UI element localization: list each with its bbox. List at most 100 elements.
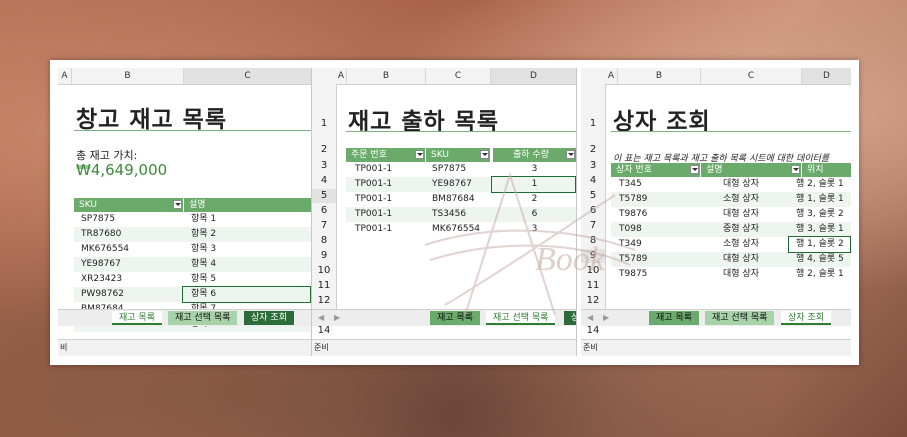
- row-header[interactable]: 5: [581, 189, 605, 203]
- tab-inventory-list[interactable]: 재고 목록: [430, 311, 480, 325]
- table-cell[interactable]: TP001-1: [350, 222, 424, 237]
- table-cell[interactable]: YE98767: [76, 257, 181, 272]
- tab-bin-lookup[interactable]: 상자 조회: [244, 311, 294, 325]
- table-cell[interactable]: 행 1, 슬롯 1: [786, 192, 851, 207]
- column-header-b[interactable]: B: [72, 68, 184, 84]
- table-cell[interactable]: TP001-1: [350, 162, 424, 177]
- row-header[interactable]: 8: [581, 234, 605, 248]
- row-header[interactable]: 10: [312, 264, 336, 278]
- table-cell[interactable]: SP7875: [427, 162, 489, 177]
- table-cell[interactable]: 2: [493, 192, 576, 207]
- table-cell[interactable]: 항목 5: [186, 272, 306, 287]
- table-cell[interactable]: 3: [493, 222, 576, 237]
- table-cell[interactable]: XR23423: [76, 272, 181, 287]
- row-header[interactable]: 14: [312, 324, 336, 338]
- filter-dropdown-icon[interactable]: [480, 150, 489, 159]
- row-header[interactable]: 7: [312, 219, 336, 233]
- column-header-d[interactable]: D: [802, 68, 851, 84]
- table-cell[interactable]: TP001-1: [350, 192, 424, 207]
- column-header-c[interactable]: C: [184, 68, 311, 84]
- table-cell[interactable]: 항목 2: [186, 227, 306, 242]
- tab-bin-lookup[interactable]: 상자 조회: [564, 311, 576, 325]
- table-cell[interactable]: 행 2, 슬롯 1: [786, 267, 851, 282]
- table-cell[interactable]: TS3456: [427, 207, 489, 222]
- row-header[interactable]: 4: [312, 174, 336, 188]
- table-cell[interactable]: 3: [493, 162, 576, 177]
- table-cell[interactable]: MK676554: [76, 242, 181, 257]
- table-header-sku[interactable]: SKU: [426, 148, 490, 162]
- row-header[interactable]: 6: [581, 204, 605, 218]
- selected-cell[interactable]: [788, 236, 851, 253]
- table-cell[interactable]: T098: [614, 222, 699, 237]
- column-header-a[interactable]: A: [58, 68, 72, 84]
- table-cell[interactable]: 항목 3: [186, 242, 306, 257]
- tab-picking-list[interactable]: 재고 선택 목록: [705, 311, 775, 325]
- row-header[interactable]: 9: [581, 249, 605, 263]
- tab-inventory-list[interactable]: 재고 목록: [112, 311, 162, 325]
- row-header[interactable]: 1: [312, 117, 336, 131]
- row-header[interactable]: 12: [581, 294, 605, 308]
- table-cell[interactable]: YE98767: [427, 177, 489, 192]
- column-header-c[interactable]: C: [426, 68, 491, 84]
- row-header[interactable]: 10: [581, 264, 605, 278]
- row-header[interactable]: 11: [312, 279, 336, 293]
- row-header[interactable]: 3: [312, 159, 336, 173]
- table-cell[interactable]: BM87684: [427, 192, 489, 207]
- column-header-a[interactable]: A: [336, 68, 347, 84]
- table-cell[interactable]: MK676554: [427, 222, 489, 237]
- table-cell[interactable]: PW98762: [76, 287, 181, 302]
- row-header[interactable]: 14: [581, 324, 605, 338]
- table-header-sku[interactable]: SKU: [74, 198, 183, 212]
- table-header-quantity[interactable]: 출하 수량: [493, 148, 576, 162]
- table-header-description[interactable]: 설명: [701, 163, 801, 177]
- table-cell[interactable]: 행 2, 슬롯 1: [786, 177, 851, 192]
- filter-dropdown-icon[interactable]: [566, 150, 575, 159]
- row-header[interactable]: 7: [581, 219, 605, 233]
- column-header-b[interactable]: B: [347, 68, 426, 84]
- column-header-a[interactable]: A: [605, 68, 618, 84]
- table-header-description[interactable]: 설명: [184, 198, 311, 212]
- row-header[interactable]: 1: [581, 117, 605, 131]
- filter-dropdown-icon[interactable]: [415, 150, 424, 159]
- table-cell[interactable]: 항목 4: [186, 257, 306, 272]
- table-cell[interactable]: SP7875: [76, 212, 181, 227]
- previous-sheet-icon[interactable]: ◀: [318, 313, 324, 322]
- table-cell[interactable]: TP001-1: [350, 207, 424, 222]
- table-cell[interactable]: T9875: [614, 267, 699, 282]
- table-cell[interactable]: 항목 1: [186, 212, 306, 227]
- table-header-order-number[interactable]: 주문 번호: [346, 148, 425, 162]
- tab-bin-lookup[interactable]: 상자 조회: [781, 311, 831, 325]
- filter-dropdown-icon[interactable]: [791, 165, 800, 174]
- row-header[interactable]: 12: [312, 294, 336, 308]
- tab-inventory-list[interactable]: 재고 목록: [649, 311, 699, 325]
- row-header[interactable]: 6: [312, 204, 336, 218]
- row-header[interactable]: 5: [312, 189, 336, 203]
- table-cell[interactable]: T349: [614, 237, 699, 252]
- selected-cell[interactable]: [182, 286, 311, 303]
- row-header[interactable]: 8: [312, 234, 336, 248]
- table-cell[interactable]: T5789: [614, 252, 699, 267]
- column-header-c[interactable]: C: [701, 68, 802, 84]
- row-header[interactable]: 4: [581, 174, 605, 188]
- previous-sheet-icon[interactable]: ◀: [587, 313, 593, 322]
- row-header[interactable]: 2: [312, 143, 336, 157]
- column-header-d[interactable]: D: [491, 68, 576, 84]
- table-cell[interactable]: TP001-1: [350, 177, 424, 192]
- table-header-bin-number[interactable]: 상자 번호: [611, 163, 700, 177]
- table-cell[interactable]: T5789: [614, 192, 699, 207]
- column-header-b[interactable]: B: [618, 68, 701, 84]
- table-cell[interactable]: TR87680: [76, 227, 181, 242]
- selected-cell[interactable]: [491, 176, 576, 193]
- table-cell[interactable]: 6: [493, 207, 576, 222]
- row-header[interactable]: 3: [581, 159, 605, 173]
- next-sheet-icon[interactable]: ▶: [603, 313, 609, 322]
- tab-picking-list[interactable]: 재고 선택 목록: [486, 311, 556, 325]
- table-header-location[interactable]: 위치: [802, 163, 851, 177]
- filter-dropdown-icon[interactable]: [690, 165, 699, 174]
- table-cell[interactable]: 행 3, 슬롯 2: [786, 207, 851, 222]
- filter-dropdown-icon[interactable]: [173, 200, 182, 209]
- table-cell[interactable]: T9876: [614, 207, 699, 222]
- row-header[interactable]: 9: [312, 249, 336, 263]
- next-sheet-icon[interactable]: ▶: [334, 313, 340, 322]
- row-header[interactable]: 11: [581, 279, 605, 293]
